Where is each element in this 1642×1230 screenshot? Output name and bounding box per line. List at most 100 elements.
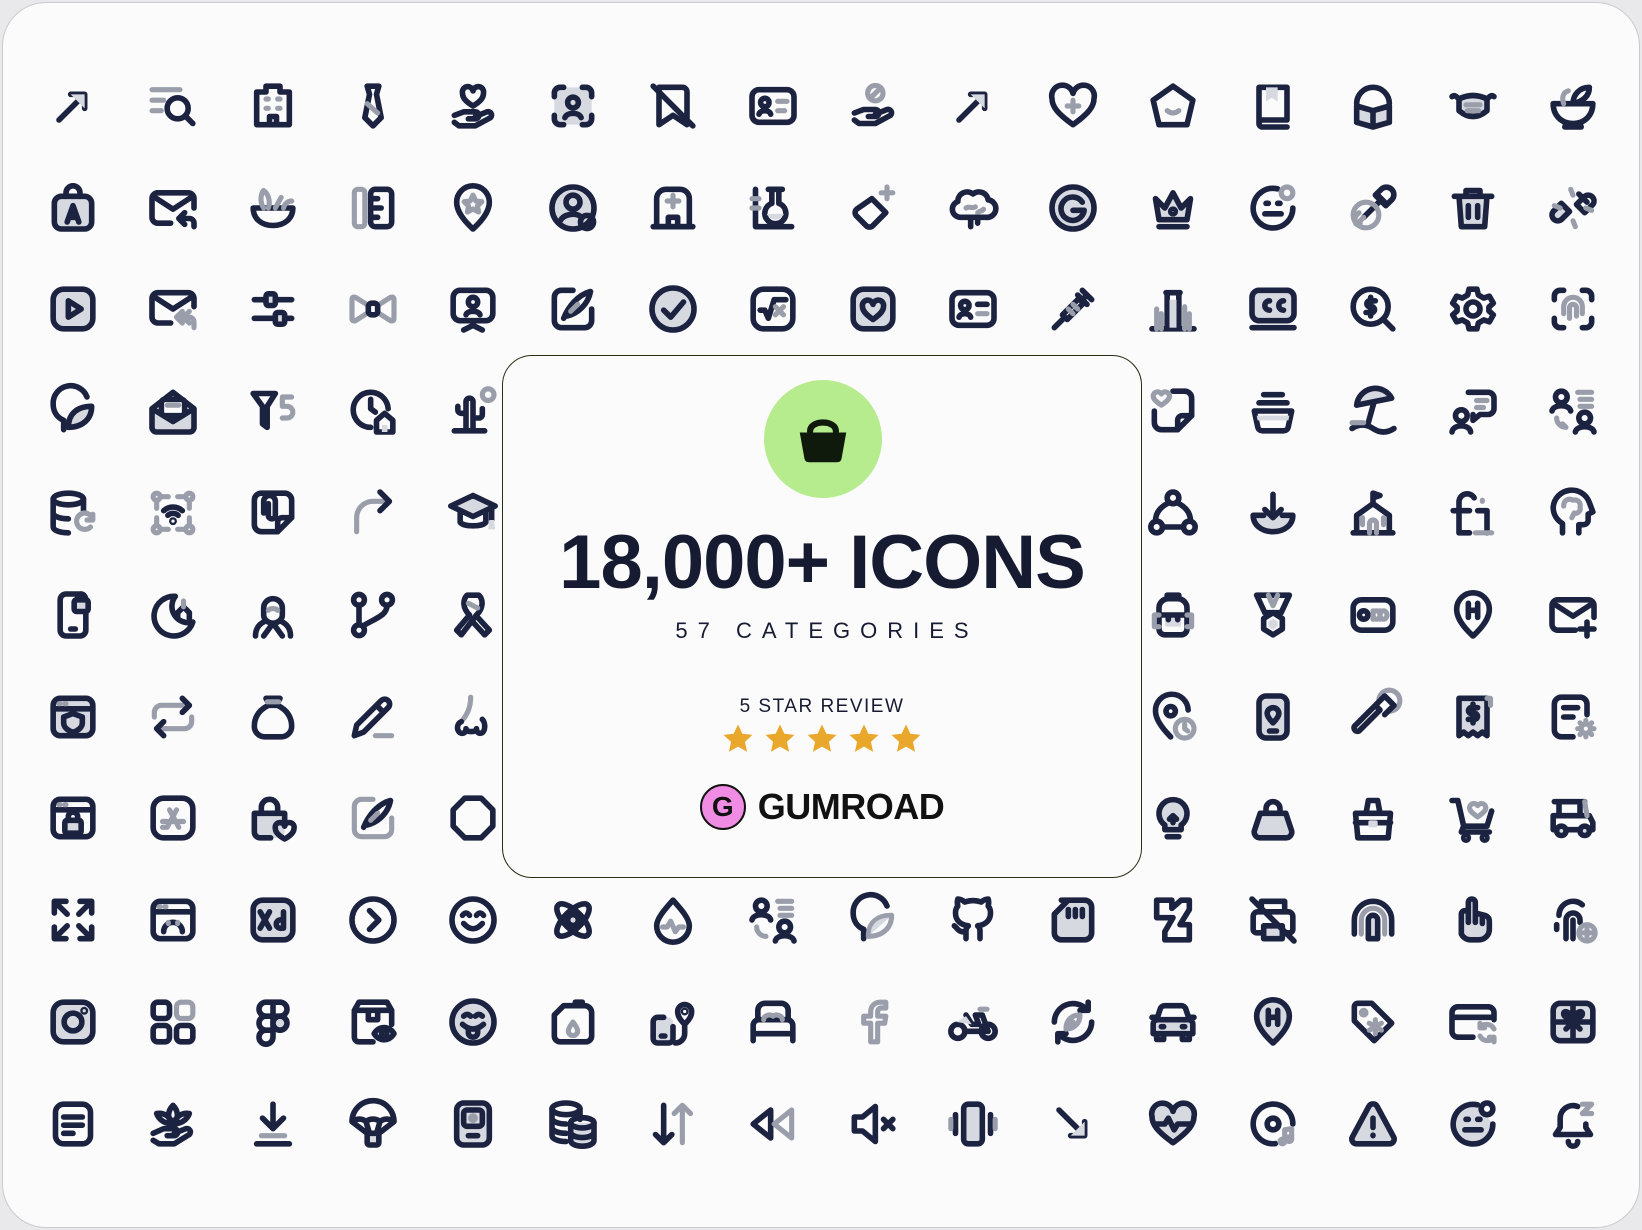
icon-cell [423, 869, 523, 971]
hand-ban-icon [851, 82, 895, 127]
icon-cell [1423, 768, 1523, 870]
icon-cell [223, 1073, 323, 1175]
moon-mosque-icon [151, 593, 196, 639]
mail-open-icon [149, 389, 197, 436]
smile-happy-icon [449, 896, 497, 945]
promo-card: 18,000+ ICONS 57 CATEGORIES 5 STAR REVIE… [502, 355, 1142, 878]
icon-cell [323, 768, 423, 870]
icon-cell [823, 157, 923, 259]
brand-badge: G [699, 784, 746, 830]
icon-cell [23, 55, 123, 157]
icon-cell [23, 360, 123, 462]
icon-cell [223, 259, 323, 361]
test-tube-icon [749, 186, 795, 230]
icon-cell [323, 360, 423, 462]
icon-cell [623, 971, 723, 1073]
arrow-curve-right-icon [354, 489, 393, 535]
id-card-icon [749, 86, 797, 126]
grid-apps-icon [150, 999, 196, 1045]
icon-cell [1023, 1073, 1123, 1175]
icon-cell [323, 666, 423, 768]
star-icon [723, 724, 753, 752]
octagon-icon [450, 795, 496, 842]
icon-cell [1223, 971, 1323, 1073]
feather-square-icon [351, 797, 395, 840]
face-scan-icon [551, 84, 595, 128]
icon-cell [323, 157, 423, 259]
necktie-icon [362, 83, 384, 129]
mail-reply-icon [149, 189, 197, 230]
icon-cell [223, 564, 323, 666]
trash-icon [1451, 187, 1495, 230]
car-front-icon [1149, 1002, 1197, 1043]
icon-cell [23, 666, 123, 768]
card-refresh-icon [1449, 1004, 1497, 1045]
subheadline: 57 CATEGORIES [675, 618, 979, 643]
heart-square-icon [850, 286, 896, 333]
icon-cell [923, 869, 1023, 971]
icon-cell [1223, 462, 1323, 564]
git-branch-icon [350, 591, 396, 639]
basket-icon [799, 419, 847, 463]
download-bowl-icon [1250, 491, 1296, 535]
facebook-icon [861, 999, 889, 1045]
rewind-icon [750, 1107, 795, 1141]
expand-arrows-icon [51, 898, 95, 942]
tag-star-icon [1351, 1000, 1395, 1044]
icon-cell [1323, 259, 1423, 361]
plug-disconnect-icon [1549, 186, 1597, 229]
cc-badge-icon [1249, 288, 1297, 331]
star-icon [849, 724, 879, 752]
icon-cell [623, 157, 723, 259]
icon-cell [1023, 157, 1123, 259]
sort-arrows-icon [652, 1102, 694, 1146]
icon-cell [523, 55, 623, 157]
icon-cell [23, 462, 123, 564]
icon-cell [723, 971, 823, 1073]
browser-lock-icon [50, 797, 96, 840]
nose-icon [454, 694, 488, 736]
icon-cell [423, 157, 523, 259]
brand-logo: G GUMROAD [503, 784, 1141, 830]
sqrt-icon [750, 286, 796, 333]
paperclip-note-icon [251, 490, 295, 535]
icon-cell [23, 869, 123, 971]
face-dash-icon [1450, 1100, 1496, 1147]
golf-cart-icon [1550, 799, 1596, 839]
check-circle-icon [649, 285, 697, 334]
logo-badge [764, 380, 882, 498]
phone-location-icon [1256, 692, 1290, 741]
icon-cell [1423, 971, 1523, 1073]
arrow-up-right-icon [956, 91, 988, 123]
star-rating [503, 722, 1141, 756]
bowl-stack-icon [1251, 392, 1295, 434]
motorcycle-icon [948, 1006, 998, 1042]
receipt-dollar-icon [1456, 695, 1494, 739]
icon-cell [1523, 157, 1623, 259]
icon-cell [1223, 564, 1323, 666]
icon-cell [1123, 971, 1223, 1073]
icon-cell [1223, 157, 1323, 259]
database-refresh-icon [50, 490, 96, 536]
icon-cell [1523, 564, 1623, 666]
city-chart-icon [1149, 290, 1197, 333]
icon-cell [123, 971, 223, 1073]
icon-cell [923, 55, 1023, 157]
arrow-down-right-icon [1056, 1107, 1088, 1139]
icon-cell [1423, 1073, 1523, 1175]
pencil-line-icon [351, 696, 395, 739]
icon-cell [1123, 55, 1223, 157]
icon-cell [1523, 462, 1623, 564]
bell-sleep-icon [1552, 1101, 1595, 1149]
icon-cell [1523, 1073, 1623, 1175]
icon-cell [223, 768, 323, 870]
brand-name: GUMROAD [757, 786, 945, 827]
bed-icon [750, 1000, 796, 1044]
icon-cell [1423, 564, 1523, 666]
icon-cell [823, 55, 923, 157]
volume-mute-icon [851, 1103, 896, 1145]
icon-cell [1523, 666, 1623, 768]
browser-shield-icon [50, 695, 96, 739]
icon-cell [1223, 768, 1323, 870]
icon-cell [623, 1073, 723, 1175]
